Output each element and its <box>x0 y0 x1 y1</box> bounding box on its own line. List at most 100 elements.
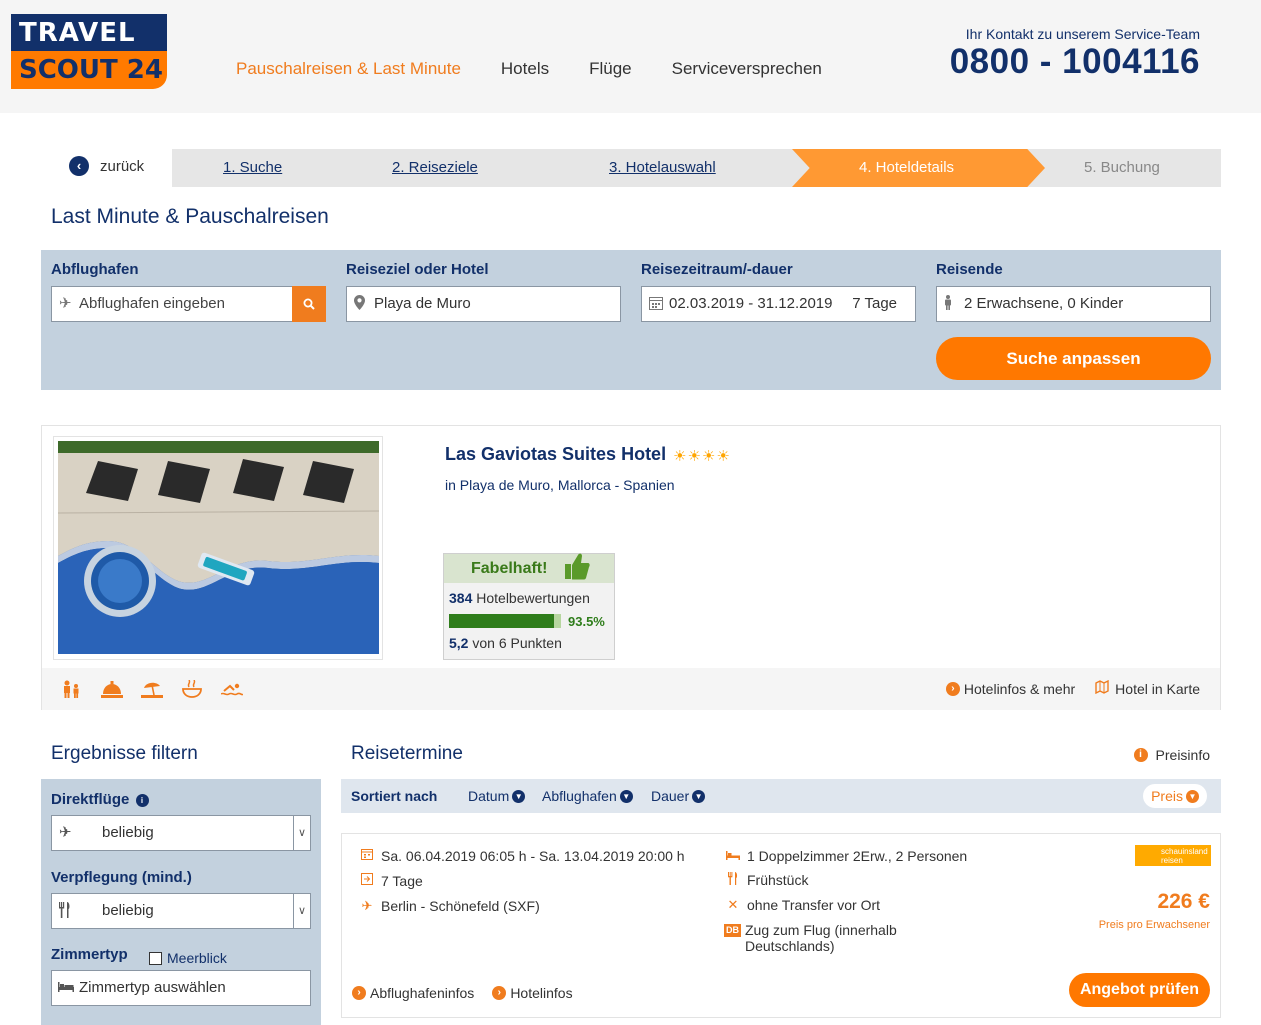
sort-bar: Sortiert nach Datum ▼ Abflughafen ▼ Daue… <box>341 779 1221 813</box>
seaview-label: Meerblick <box>167 950 227 966</box>
airport-placeholder: Abflughafen eingeben <box>79 295 225 312</box>
calendar-icon <box>649 287 663 321</box>
seaview-checkbox[interactable]: Meerblick <box>149 950 227 966</box>
bed-icon <box>724 848 742 863</box>
cutlery-icon <box>724 872 742 888</box>
score-suffix: von 6 Punkten <box>472 635 562 651</box>
chevron-right-icon: › <box>492 986 507 1000</box>
step-reiseziele[interactable]: 2. Reiseziele <box>392 149 478 187</box>
board-label: Verpflegung (mind.) <box>51 869 192 886</box>
offer-train: Zug zum Flug (innerhalb Deutschlands) <box>745 922 897 954</box>
direct-flights-select[interactable]: ✈ beliebig ∨ <box>51 815 311 851</box>
board-select[interactable]: beliebig ∨ <box>51 893 311 929</box>
nav-hotels[interactable]: Hotels <box>501 59 549 79</box>
destination-input[interactable]: Playa de Muro <box>346 286 621 322</box>
swimming-icon[interactable] <box>220 680 244 698</box>
contact-phone[interactable]: 0800 - 1004116 <box>950 42 1200 82</box>
hotel-photo-frame <box>53 436 383 660</box>
search-icon <box>303 298 315 310</box>
checkbox-box[interactable] <box>149 951 162 965</box>
check-offer-button[interactable]: Angebot prüfen <box>1069 973 1210 1007</box>
offer-card: Sa. 06.04.2019 06:05 h - Sa. 13.04.2019 … <box>341 833 1221 1018</box>
sun-star-icon: ☀ <box>716 448 731 465</box>
direct-flights-label: Direktflüge i <box>51 791 149 808</box>
site-header: TRAVEL SCOUT 24 Pauschalreisen & Last Mi… <box>0 0 1261 113</box>
step-hotelauswahl[interactable]: 3. Hotelauswahl <box>609 149 716 187</box>
info-icon: i <box>1133 748 1148 762</box>
sort-dauer-label: Dauer <box>651 788 690 804</box>
offer-airport: Berlin - Schönefeld (SXF) <box>381 898 540 914</box>
travelers-input[interactable]: 2 Erwachsene, 0 Kinder <box>936 286 1211 322</box>
sort-dauer[interactable]: Dauer ▼ <box>651 788 706 804</box>
airport-label: Abflughafen <box>51 261 139 278</box>
hotel-location: in Playa de Muro, Mallorca - Spanien <box>445 477 675 493</box>
sort-price[interactable]: Preis ▼ <box>1143 784 1207 808</box>
hotel-map-link-label: Hotel in Karte <box>1115 680 1200 697</box>
plane-icon: ✈ <box>59 295 72 312</box>
chevron-down-icon: ∨ <box>293 816 310 850</box>
airport-info-link[interactable]: › Abflughafeninfos <box>352 985 474 1001</box>
search-submit-button[interactable]: Suche anpassen <box>936 337 1211 380</box>
contact-label: Ihr Kontakt zu unserem Service-Team <box>965 26 1200 42</box>
airport-search-button[interactable] <box>292 286 326 322</box>
service-bell-icon[interactable] <box>101 680 123 698</box>
sun-star-icon: ☀ <box>673 448 688 465</box>
offer-airport-row: ✈ Berlin - Schönefeld (SXF) <box>358 898 540 914</box>
main-nav: Pauschalreisen & Last Minute Hotels Flüg… <box>236 59 862 79</box>
period-input[interactable]: 02.03.2019 - 31.12.2019 7 Tage <box>641 286 916 322</box>
rating-box[interactable]: Fabelhaft! 384 Hotelbewertungen 93.5% 5,… <box>443 553 615 660</box>
airport-input[interactable]: ✈ Abflughafen eingeben <box>51 286 293 322</box>
nav-fluege[interactable]: Flüge <box>589 59 632 79</box>
airport-info-link-label: Abflughafeninfos <box>370 985 475 1001</box>
chevron-down-icon: ∨ <box>293 894 310 928</box>
duration-value: 7 Tage <box>852 295 897 312</box>
family-icon[interactable] <box>61 680 83 698</box>
rating-label: Fabelhaft! <box>471 560 548 577</box>
room-type-input[interactable]: Zimmertyp auswählen <box>51 970 311 1006</box>
hotel-links: › Hotelinfos & mehr Hotel in Karte <box>926 679 1200 697</box>
offer-train-row: DB Zug zum Flug (innerhalb Deutschlands) <box>724 922 924 954</box>
hotel-name[interactable]: Las Gaviotas Suites Hotel <box>445 444 666 465</box>
offer-duration: 7 Tage <box>381 873 423 889</box>
offer-price-note: Preis pro Erwachsener <box>1098 919 1210 931</box>
back-link[interactable]: ‹ zurück <box>69 156 144 176</box>
beach-icon[interactable] <box>141 680 163 698</box>
travelscout-logo[interactable]: TRAVEL SCOUT 24 <box>11 14 167 89</box>
hotel-photo[interactable] <box>58 441 379 654</box>
duration-icon <box>358 873 376 888</box>
no-transfer-icon: ✕ <box>727 897 739 912</box>
price-info-link[interactable]: i Preisinfo <box>1133 747 1210 763</box>
room-type-label: Zimmertyp <box>51 946 128 963</box>
offer-hotel-info-link[interactable]: › Hotelinfos <box>492 985 573 1001</box>
calendar-icon <box>358 848 376 863</box>
nav-pauschalreisen[interactable]: Pauschalreisen & Last Minute <box>236 59 461 79</box>
hotel-map-link[interactable]: Hotel in Karte <box>1095 679 1200 697</box>
page-title: Last Minute & Pauschalreisen <box>51 205 329 228</box>
step-buchung: 5. Buchung <box>1084 159 1160 176</box>
sort-abflughafen[interactable]: Abflughafen ▼ <box>542 788 633 804</box>
amenities-bar: › Hotelinfos & mehr Hotel in Karte <box>42 668 1220 710</box>
info-icon[interactable]: i <box>135 794 149 807</box>
review-count-number: 384 <box>449 590 473 606</box>
room-type-placeholder: Zimmertyp auswählen <box>79 979 226 996</box>
sort-datum[interactable]: Datum ▼ <box>468 788 526 804</box>
chevron-down-icon: ▼ <box>619 789 633 803</box>
spa-icon[interactable] <box>181 679 203 698</box>
chevron-down-icon: ▼ <box>692 789 706 803</box>
step-suche[interactable]: 1. Suche <box>223 149 282 187</box>
sort-price-label: Preis <box>1151 788 1183 804</box>
plane-icon: ✈ <box>361 898 373 913</box>
recommend-bar-fill <box>449 614 554 628</box>
filter-panel: Direktflüge i ✈ beliebig ∨ Verpflegung (… <box>41 779 321 1025</box>
bed-icon <box>58 971 74 1005</box>
nav-serviceversprechen[interactable]: Serviceversprechen <box>672 59 822 79</box>
chevron-right-icon: › <box>945 681 960 696</box>
score: 5,2 von 6 Punkten <box>449 635 562 651</box>
map-pin-icon <box>354 287 365 321</box>
hotel-stars: ☀☀☀☀ <box>673 447 731 465</box>
offer-links: › Abflughafeninfos › Hotelinfos <box>352 985 591 1001</box>
hotel-info-link[interactable]: › Hotelinfos & mehr <box>945 680 1075 697</box>
step-hoteldetails: 4. Hoteldetails <box>859 159 955 176</box>
destination-label: Reiseziel oder Hotel <box>346 261 489 278</box>
review-count: 384 Hotelbewertungen <box>449 590 590 606</box>
